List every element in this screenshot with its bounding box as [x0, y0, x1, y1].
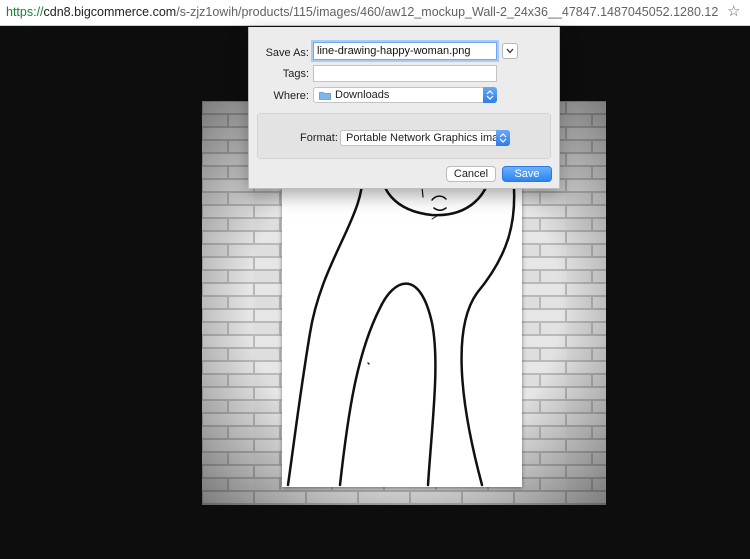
where-stepper[interactable] [483, 87, 497, 103]
where-value: Downloads [335, 89, 390, 101]
star-icon[interactable]: ☆ [727, 3, 741, 20]
updown-arrows-icon [499, 133, 507, 143]
format-stepper[interactable] [496, 130, 510, 146]
folder-icon [319, 92, 331, 100]
line-drawing-poster [282, 161, 522, 487]
url-text[interactable]: https://cdn8.bigcommerce.com/s-zjz1owih/… [6, 5, 718, 19]
url-bar[interactable]: https://cdn8.bigcommerce.com/s-zjz1owih/… [0, 0, 750, 26]
format-label: Format: [300, 132, 338, 144]
save-as-label: Save As: [265, 47, 309, 59]
save-dialog: Save As: Tags: Where: Downloads Format: … [248, 27, 560, 189]
where-label: Where: [273, 90, 309, 102]
tags-input[interactable] [313, 65, 497, 82]
cancel-button[interactable]: Cancel [446, 166, 496, 182]
save-button[interactable]: Save [502, 166, 552, 182]
format-select[interactable]: Portable Network Graphics image [340, 130, 510, 146]
tags-label: Tags: [282, 68, 309, 80]
line-drawing-art [286, 161, 516, 487]
url-path: /s-zjz1owih/products/115/images/460/aw12… [176, 5, 718, 19]
updown-arrows-icon [486, 90, 494, 100]
format-panel: Format: Portable Network Graphics image [257, 113, 551, 159]
expand-dialog-button[interactable] [502, 43, 518, 59]
url-host: cdn8.bigcommerce.com [43, 5, 177, 19]
filename-input[interactable] [313, 42, 497, 60]
url-scheme: https:// [6, 5, 44, 19]
where-select[interactable]: Downloads [313, 87, 497, 103]
chevron-down-icon [506, 48, 514, 54]
format-value: Portable Network Graphics image [346, 132, 511, 144]
